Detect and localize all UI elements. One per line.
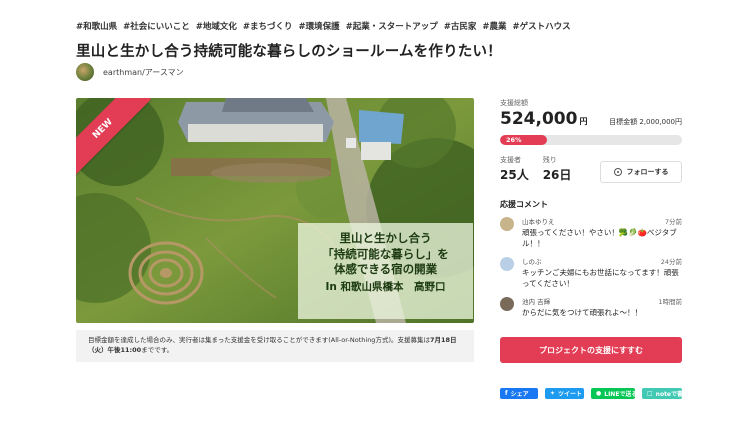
hero-overlay-line2: 「持続可能な暮らし」を	[322, 246, 449, 261]
tag-old-house[interactable]: #古民家	[444, 20, 477, 32]
commenter-avatar[interactable]	[500, 296, 514, 311]
supporters-stat: 支援者 25人	[500, 155, 529, 183]
twitter-icon: ✦	[550, 390, 556, 397]
project-title: 里山と生かし合う持続可能な暮らしのショールームを作りたい！	[76, 44, 502, 60]
comment-time: 1時間前	[658, 297, 682, 306]
tag-social-good[interactable]: #社会にいいこと	[123, 20, 190, 32]
commenter-name: 山本ゆりえ	[522, 218, 555, 226]
comment-item[interactable]: 池内 吉輝 からだに気をつけて頑張れよ〜！！ 1時間前	[500, 296, 682, 319]
tag-local-culture[interactable]: #地域文化	[196, 20, 237, 32]
facebook-share-button[interactable]: f シェア	[500, 388, 538, 399]
owner-avatar[interactable]	[76, 63, 94, 81]
notice-text-before: 目標金額を達成した場合のみ、実行者は集まった支援金を受け取ることができます(Al…	[88, 336, 430, 344]
comment-item[interactable]: 山本ゆりえ 頑張ってください！やさい！🥦🥬🍅ベジタブル！！ 7分前	[500, 216, 682, 250]
remaining-label: 残り	[542, 156, 557, 164]
follow-button[interactable]: フォローする	[600, 161, 682, 183]
commenter-avatar[interactable]	[500, 256, 514, 271]
hero-overlay-line4: In 和歌山県橋本 高野口	[325, 280, 446, 293]
hero-overlay: 里山と生かし合う 「持続可能な暮らし」を 体感できる宿の開業 In 和歌山県橋本…	[298, 223, 473, 319]
tag-agriculture[interactable]: #農業	[482, 20, 506, 32]
funding-amount-unit: 円	[579, 117, 588, 126]
funding-label: 支援総額	[500, 99, 528, 107]
remaining-stat: 残り 26日	[543, 155, 572, 183]
tag-town-development[interactable]: #まちづくり	[243, 20, 293, 32]
tag-list: #和歌山県 #社会にいいこと #地域文化 #まちづくり #環境保護 #起業・スタ…	[76, 20, 571, 32]
funding-panel: 支援総額 524,000 円 目標金額 2,000,000円 26% 支援者 25…	[500, 98, 682, 318]
follow-icon	[613, 168, 622, 176]
twitter-share-label: ツイート	[558, 391, 583, 398]
commenter-name: しのぶ	[522, 257, 542, 266]
all-or-nothing-notice: 目標金額を達成した場合のみ、実行者は集まった支援金を受け取ることができます(Al…	[76, 330, 474, 362]
line-icon: ●	[596, 390, 602, 397]
comment-text: 頑張ってください！やさい！🥦🥬🍅ベジタブル！！	[522, 228, 677, 248]
progress-percent: 26%	[506, 136, 522, 144]
comment-text: からだに気をつけて頑張れよ〜！！	[522, 307, 642, 317]
hero-overlay-line1: 里山と生かし合う	[339, 231, 432, 245]
comments-heading: 応援コメント	[500, 200, 548, 209]
line-share-button[interactable]: ● LINEで送る	[591, 388, 638, 399]
owner-name[interactable]: earthman/アースマン	[103, 67, 184, 78]
supporters-label: 支援者	[500, 156, 521, 164]
share-buttons: f シェア ✦ ツイート ● LINEで送る □ noteで書く	[500, 388, 689, 399]
tag-wakayama[interactable]: #和歌山県	[76, 20, 117, 32]
follow-label: フォローする	[626, 168, 669, 176]
note-icon: □	[647, 390, 653, 397]
line-share-label: LINEで送る	[604, 391, 638, 398]
funding-amount-value: 524,000	[500, 109, 578, 129]
hero-image: 里山と生かし合う 「持続可能な暮らし」を 体感できる宿の開業 In 和歌山県橋本…	[76, 98, 474, 323]
goal-amount: 目標金額 2,000,000円	[609, 118, 682, 126]
project-owner[interactable]: earthman/アースマン	[76, 63, 184, 81]
note-share-button[interactable]: □ noteで書く	[642, 388, 689, 399]
comment-time: 24分前	[660, 257, 682, 266]
comment-text: キッチンご夫婦にもお世話になってます！頑張ってください！	[522, 267, 679, 288]
support-project-button[interactable]: プロジェクトの支援にすすむ	[500, 337, 682, 363]
note-share-label: noteで書く	[655, 391, 690, 398]
progress-bar: 26%	[500, 135, 682, 145]
comment-item[interactable]: しのぶ キッチンご夫婦にもお世話になってます！頑張ってください！ 24分前	[500, 256, 682, 290]
funding-amount: 524,000 円	[500, 109, 587, 129]
hero-overlay-line3: 体感できる宿の開業	[333, 262, 438, 277]
facebook-share-label: シェア	[510, 391, 529, 398]
tag-environment[interactable]: #環境保護	[299, 20, 340, 32]
supporters-value: 25人	[500, 168, 529, 182]
commenter-avatar[interactable]	[500, 217, 514, 231]
comment-time: 7分前	[664, 218, 682, 226]
facebook-icon: f	[505, 390, 508, 397]
tag-guesthouse[interactable]: #ゲストハウス	[513, 20, 571, 32]
remaining-value: 26日	[542, 168, 572, 182]
tag-startup[interactable]: #起業・スタートアップ	[346, 20, 438, 32]
twitter-share-button[interactable]: ✦ ツイート	[545, 388, 584, 399]
notice-text-after: までです。	[141, 345, 174, 354]
